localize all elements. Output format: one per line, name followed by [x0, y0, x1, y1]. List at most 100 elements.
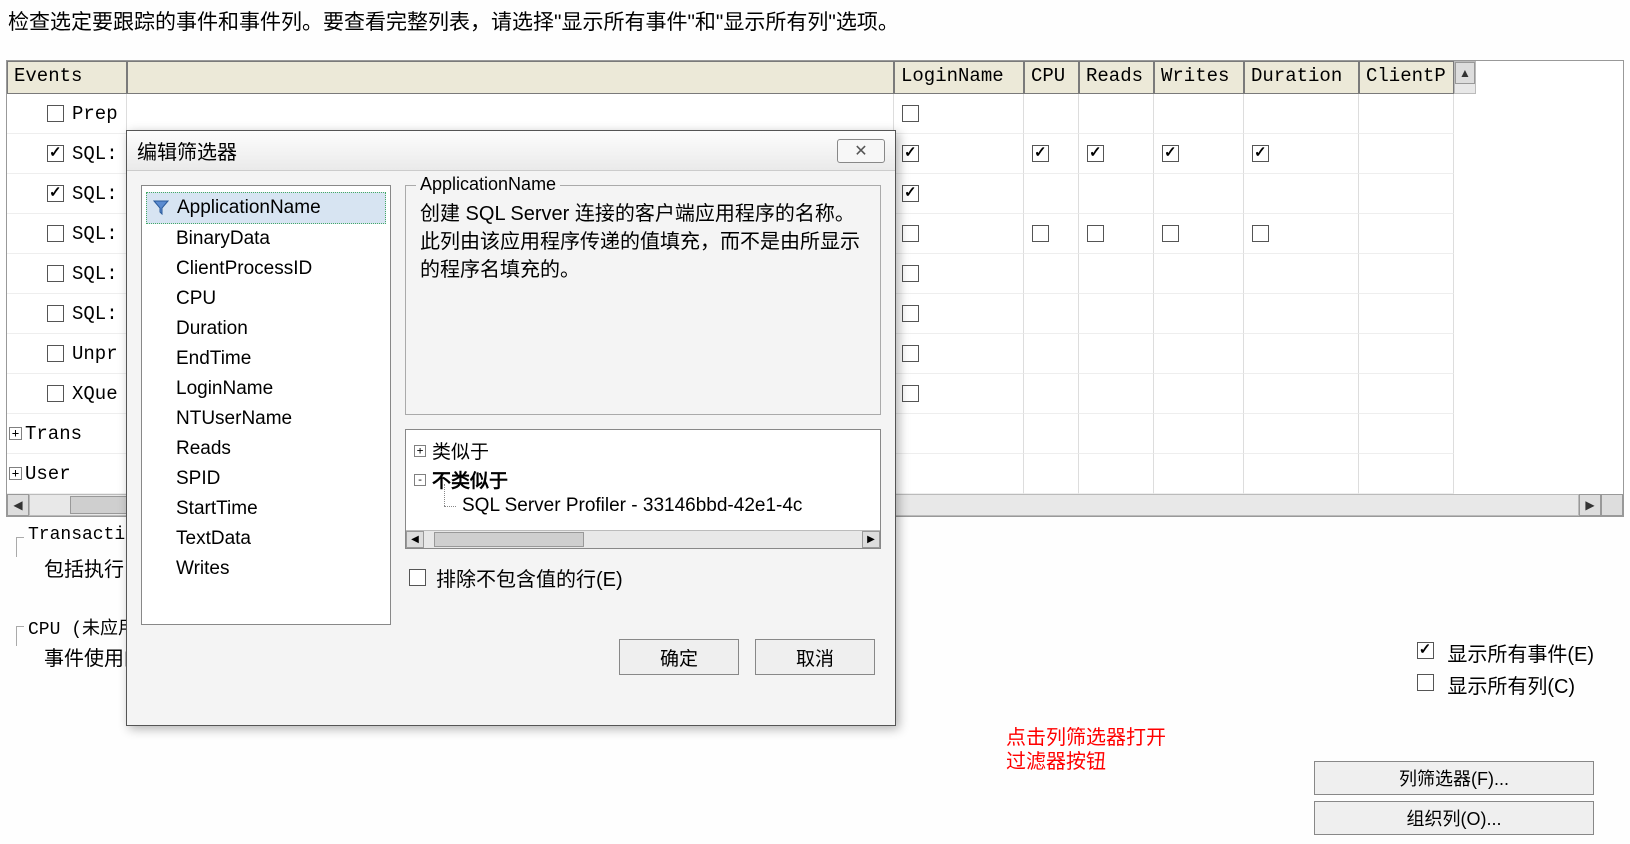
tree-hscrollbar[interactable]: ◀ ▶ [406, 530, 880, 548]
expand-plus-icon[interactable]: + [414, 445, 426, 457]
dialog-cancel-button[interactable]: 取消 [755, 639, 875, 675]
filter-list-item[interactable]: Duration [146, 314, 386, 344]
cell-checkbox[interactable] [902, 145, 919, 162]
cell-checkbox[interactable] [1032, 225, 1049, 242]
dialog-titlebar[interactable]: 编辑筛选器 ✕ [127, 131, 895, 171]
tree-scroll-thumb[interactable] [434, 532, 584, 547]
dialog-ok-button[interactable]: 确定 [619, 639, 739, 675]
filter-list-item[interactable]: Reads [146, 434, 386, 464]
cell-checkbox[interactable] [1162, 225, 1179, 242]
cell-checkbox[interactable] [1032, 145, 1049, 162]
hscroll-right-arrow[interactable]: ▶ [1579, 494, 1601, 516]
header-events[interactable]: Events [7, 61, 127, 94]
tree-notlike-value-label: SQL Server Profiler - 33146bbd-42e1-4c [462, 495, 802, 517]
expand-plus-icon[interactable]: + [9, 467, 22, 480]
filter-list-item-label: BinaryData [176, 228, 270, 249]
exclude-empty-checkbox[interactable] [409, 569, 426, 586]
tree-scroll-left-icon[interactable]: ◀ [406, 531, 424, 548]
cell-checkbox[interactable] [902, 225, 919, 242]
event-row-checkbox[interactable] [47, 385, 64, 402]
show-all-cols-checkbox[interactable] [1417, 674, 1434, 691]
cell-checkbox[interactable] [902, 265, 919, 282]
description-fieldset: ApplicationName 创建 SQL Server 连接的客户端应用程序… [405, 185, 881, 415]
dialog-close-button[interactable]: ✕ [837, 139, 885, 163]
organize-columns-button[interactable]: 组织列(O)... [1314, 801, 1594, 835]
cell-checkbox[interactable] [902, 345, 919, 362]
event-row-label: XQue [72, 383, 118, 405]
header-duration[interactable]: Duration [1244, 61, 1359, 94]
filter-list-item[interactable]: ClientProcessID [146, 254, 386, 284]
header-reads[interactable]: Reads [1079, 61, 1154, 94]
vscroll-top-arrow[interactable]: ▲ [1454, 61, 1476, 94]
filter-list-item-label: Duration [176, 318, 248, 339]
header-loginname[interactable]: LoginName [894, 61, 1024, 94]
filter-list-item[interactable]: Writes [146, 554, 386, 584]
tree-like-label: 类似于 [432, 437, 489, 464]
cell-checkbox[interactable] [1087, 145, 1104, 162]
funnel-icon [153, 199, 169, 215]
event-row-checkbox[interactable] [47, 105, 64, 122]
expand-minus-icon[interactable]: - [414, 474, 426, 486]
show-all-events-checkbox[interactable] [1417, 642, 1434, 659]
event-row-label: SQL: [72, 223, 118, 245]
filter-list-item-label: LoginName [176, 378, 273, 399]
event-row-checkbox[interactable] [47, 265, 64, 282]
cell-checkbox[interactable] [902, 105, 919, 122]
event-row-label: SQL: [72, 303, 118, 325]
cell-checkbox[interactable] [902, 185, 919, 202]
header-clientp[interactable]: ClientP [1359, 61, 1454, 94]
right-options: 显示所有事件(E) 显示所有列(C) [1413, 635, 1594, 702]
header-writes[interactable]: Writes [1154, 61, 1244, 94]
description-legend: ApplicationName [416, 174, 560, 195]
filter-list-item[interactable]: SPID [146, 464, 386, 494]
filter-list-item-label: TextData [176, 528, 251, 549]
cell-checkbox[interactable] [1162, 145, 1179, 162]
table-row[interactable]: Prep [7, 94, 1623, 134]
filter-list-item[interactable]: ApplicationName [146, 192, 386, 224]
filter-list-item[interactable]: EndTime [146, 344, 386, 374]
show-all-cols-label: 显示所有列(C) [1447, 676, 1575, 698]
exclude-empty-row[interactable]: 排除不包含值的行(E) [405, 563, 881, 592]
event-row-checkbox[interactable] [47, 345, 64, 362]
cell-checkbox[interactable] [902, 385, 919, 402]
event-row-label: SQL: [72, 263, 118, 285]
filter-list-item[interactable]: CPU [146, 284, 386, 314]
filter-list-item[interactable]: BinaryData [146, 224, 386, 254]
events-header-row: Events LoginName CPU Reads Writes Durati… [7, 61, 1623, 94]
instruction-text: 检查选定要跟踪的事件和事件列。要查看完整列表，请选择"显示所有事件"和"显示所有… [0, 0, 1630, 42]
cell-checkbox[interactable] [1087, 225, 1104, 242]
column-filter-button[interactable]: 列筛选器(F)... [1314, 761, 1594, 795]
filter-list-item-label: NTUserName [176, 408, 292, 429]
right-buttons: 列筛选器(F)... 组织列(O)... [1314, 755, 1594, 841]
event-row-checkbox[interactable] [47, 225, 64, 242]
filter-list-item[interactable]: NTUserName [146, 404, 386, 434]
filter-tree[interactable]: + 类似于 - 不类似于 SQL Server Profiler - 33146… [405, 429, 881, 549]
tree-like-node[interactable]: + 类似于 [414, 436, 872, 465]
filter-list-item-label: Reads [176, 438, 231, 459]
hscroll-left-arrow[interactable]: ◀ [7, 494, 29, 516]
expand-plus-icon[interactable]: + [9, 427, 22, 440]
event-row-label: Unpr [72, 343, 118, 365]
filter-list-item[interactable]: LoginName [146, 374, 386, 404]
filter-list-item[interactable]: StartTime [146, 494, 386, 524]
filter-list-item[interactable]: TextData [146, 524, 386, 554]
filter-list-item-label: EndTime [176, 348, 251, 369]
event-group-label: User [25, 463, 71, 485]
show-all-events-option[interactable]: 显示所有事件(E) [1413, 638, 1594, 667]
tree-scroll-right-icon[interactable]: ▶ [862, 531, 880, 548]
cell-checkbox[interactable] [1252, 225, 1269, 242]
tree-notlike-value[interactable]: SQL Server Profiler - 33146bbd-42e1-4c [414, 494, 872, 518]
event-row-checkbox[interactable] [47, 305, 64, 322]
tree-notlike-node[interactable]: - 不类似于 [414, 465, 872, 494]
show-all-cols-option[interactable]: 显示所有列(C) [1413, 670, 1594, 699]
header-cpu[interactable]: CPU [1024, 61, 1079, 94]
cell-checkbox[interactable] [1252, 145, 1269, 162]
event-row-label: Prep [72, 103, 118, 125]
filter-column-list[interactable]: ApplicationName BinaryData ClientProcessID… [141, 185, 391, 625]
event-row-checkbox[interactable] [47, 145, 64, 162]
event-row-checkbox[interactable] [47, 185, 64, 202]
filter-list-item-label: SPID [176, 468, 220, 489]
cell-checkbox[interactable] [902, 305, 919, 322]
dialog-title: 编辑筛选器 [137, 136, 237, 165]
event-row-label: SQL: [72, 183, 118, 205]
